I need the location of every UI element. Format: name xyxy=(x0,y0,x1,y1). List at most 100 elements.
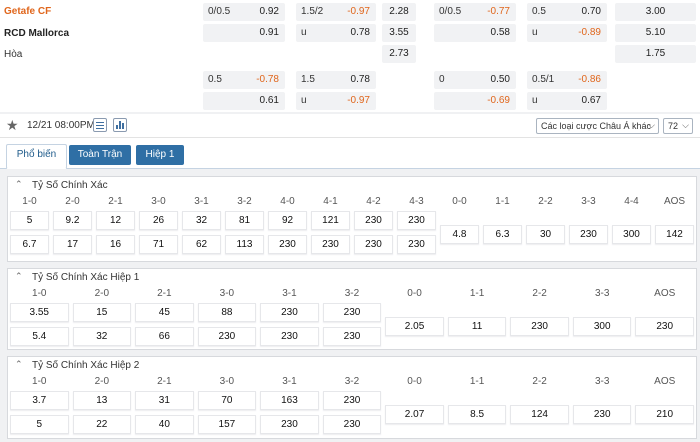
odds-button[interactable]: 6.7 xyxy=(10,235,49,254)
odds-button[interactable]: 142 xyxy=(655,225,694,244)
odds-cell[interactable]: 2.73 xyxy=(382,45,416,63)
collapse-chevron-icon[interactable]: ⌃ xyxy=(15,359,23,370)
odds-cell[interactable]: 0.5 -0.78 xyxy=(203,71,285,89)
odds-button[interactable]: 45 xyxy=(135,303,194,322)
favorite-star-icon[interactable]: ★ xyxy=(6,117,19,134)
odds-cell[interactable]: 1.5/2 -0.97 xyxy=(296,3,376,21)
odds-button[interactable]: 5 xyxy=(10,415,69,434)
odds-cell[interactable]: 0.5 0.70 xyxy=(527,3,607,21)
tab-first-half[interactable]: Hiệp 1 xyxy=(136,145,184,165)
odds-button[interactable]: 210 xyxy=(635,405,694,424)
odds-cell[interactable]: 5.10 xyxy=(615,24,696,42)
odds-cell[interactable]: 1.75 xyxy=(615,45,696,63)
odds-button[interactable]: 230 xyxy=(311,235,350,254)
odds-button[interactable]: 81 xyxy=(225,211,264,230)
odds-button[interactable]: 230 xyxy=(354,211,393,230)
odds-button[interactable]: 32 xyxy=(72,327,132,346)
odds-cell[interactable]: u -0.97 xyxy=(296,92,376,110)
odds-button[interactable]: 300 xyxy=(572,317,632,336)
odds-button[interactable]: 230 xyxy=(354,235,393,254)
odds-button[interactable]: 66 xyxy=(135,327,194,346)
odds-button[interactable]: 22 xyxy=(72,415,132,434)
score-label: 2-1 xyxy=(157,376,172,387)
odds-button[interactable]: 230 xyxy=(260,303,319,322)
collapse-chevron-icon[interactable]: ⌃ xyxy=(15,271,23,282)
market-count-dropdown[interactable]: 72 ⌵ xyxy=(663,118,693,134)
odds-button[interactable]: 230 xyxy=(260,415,319,434)
odds-cell[interactable]: 0.5/1 -0.86 xyxy=(527,71,607,89)
odds-cell[interactable]: 2.28 xyxy=(382,3,416,21)
odds-cell[interactable]: 0 0.50 xyxy=(434,71,516,89)
odds-button[interactable]: 124 xyxy=(510,405,569,424)
odds-button[interactable]: 26 xyxy=(139,211,178,230)
odds-button[interactable]: 8.5 xyxy=(447,405,507,424)
odds-cell[interactable]: u 0.78 xyxy=(296,24,376,42)
odds-button[interactable]: 230 xyxy=(397,235,436,254)
odds-button[interactable]: 2.07 xyxy=(385,405,444,424)
odds-button[interactable]: 40 xyxy=(135,415,194,434)
odds-button[interactable]: 2.05 xyxy=(385,317,444,336)
odds-button[interactable]: 230 xyxy=(635,317,694,336)
odds-button[interactable]: 230 xyxy=(572,405,632,424)
odds-cell[interactable]: u -0.89 xyxy=(527,24,607,42)
odds-button[interactable]: 32 xyxy=(182,211,221,230)
odds-button[interactable]: 71 xyxy=(139,235,178,254)
odds-button[interactable]: 230 xyxy=(569,225,608,244)
odds-button[interactable]: 11 xyxy=(447,317,507,336)
odds-button[interactable]: 230 xyxy=(322,391,382,410)
odds-button[interactable]: 230 xyxy=(197,327,257,346)
home-team-name[interactable]: Getafe CF xyxy=(4,6,51,17)
odds-cell[interactable]: 0.61 xyxy=(203,92,285,110)
odds-button[interactable]: 3.55 xyxy=(10,303,69,322)
odds-cell[interactable]: 0.58 xyxy=(434,24,516,42)
odds-button[interactable]: 31 xyxy=(135,391,194,410)
odds-button[interactable]: 230 xyxy=(260,327,319,346)
section-header[interactable]: ⌃ Tỷ Số Chính Xác Hiệp 1 xyxy=(8,269,696,286)
odds-cell[interactable]: u 0.67 xyxy=(527,92,607,110)
odds-button[interactable]: 5.4 xyxy=(10,327,69,346)
odds-button[interactable]: 62 xyxy=(182,235,221,254)
odds-button[interactable]: 88 xyxy=(197,303,257,322)
odds-cell[interactable]: 3.55 xyxy=(382,24,416,42)
odds-cell[interactable]: 0/0.5 0.92 xyxy=(203,3,285,21)
odds-button[interactable]: 16 xyxy=(96,235,135,254)
odds-cell[interactable]: 0/0.5 -0.77 xyxy=(434,3,516,21)
odds-button[interactable]: 92 xyxy=(268,211,307,230)
bet-type-dropdown[interactable]: Các loại cược Châu Á khác ⌵ xyxy=(536,118,659,134)
list-view-icon[interactable] xyxy=(93,118,107,132)
odds-button[interactable]: 113 xyxy=(225,235,264,254)
odds-cell[interactable]: 0.91 xyxy=(203,24,285,42)
odds-cell[interactable]: 1.5 0.78 xyxy=(296,71,376,89)
odds-button[interactable]: 230 xyxy=(510,317,569,336)
odds-button[interactable]: 9.2 xyxy=(53,211,92,230)
tab-popular[interactable]: Phổ biến xyxy=(6,144,67,169)
odds-button[interactable]: 121 xyxy=(311,211,350,230)
odds-cell[interactable]: 3.00 xyxy=(615,3,696,21)
odds-button[interactable]: 230 xyxy=(268,235,307,254)
section-header[interactable]: ⌃ Tỷ Số Chính Xác xyxy=(8,177,696,194)
odds-button[interactable]: 30 xyxy=(526,225,565,244)
odds-button[interactable]: 230 xyxy=(322,415,382,434)
odds-button[interactable]: 12 xyxy=(96,211,135,230)
away-team-name[interactable]: RCD Mallorca xyxy=(4,28,69,39)
odds-cell[interactable]: -0.69 xyxy=(434,92,516,110)
odds-button[interactable]: 17 xyxy=(53,235,92,254)
odds-button[interactable]: 300 xyxy=(612,225,651,244)
score-column: 2-2 30 xyxy=(524,194,567,260)
odds-button[interactable]: 163 xyxy=(260,391,319,410)
odds-button[interactable]: 4.8 xyxy=(440,225,479,244)
statistics-chart-icon[interactable] xyxy=(113,118,127,132)
odds-button[interactable]: 5 xyxy=(10,211,49,230)
tab-full-match[interactable]: Toàn Trận xyxy=(69,145,131,165)
odds-button[interactable]: 230 xyxy=(322,303,382,322)
odds-button[interactable]: 230 xyxy=(322,327,382,346)
odds-button[interactable]: 6.3 xyxy=(483,225,522,244)
collapse-chevron-icon[interactable]: ⌃ xyxy=(15,179,23,190)
odds-button[interactable]: 157 xyxy=(197,415,257,434)
odds-button[interactable]: 70 xyxy=(197,391,257,410)
odds-button[interactable]: 13 xyxy=(72,391,132,410)
section-header[interactable]: ⌃ Tỷ Số Chính Xác Hiệp 2 xyxy=(8,357,696,374)
odds-button[interactable]: 15 xyxy=(72,303,132,322)
odds-button[interactable]: 230 xyxy=(397,211,436,230)
odds-button[interactable]: 3.7 xyxy=(10,391,69,410)
